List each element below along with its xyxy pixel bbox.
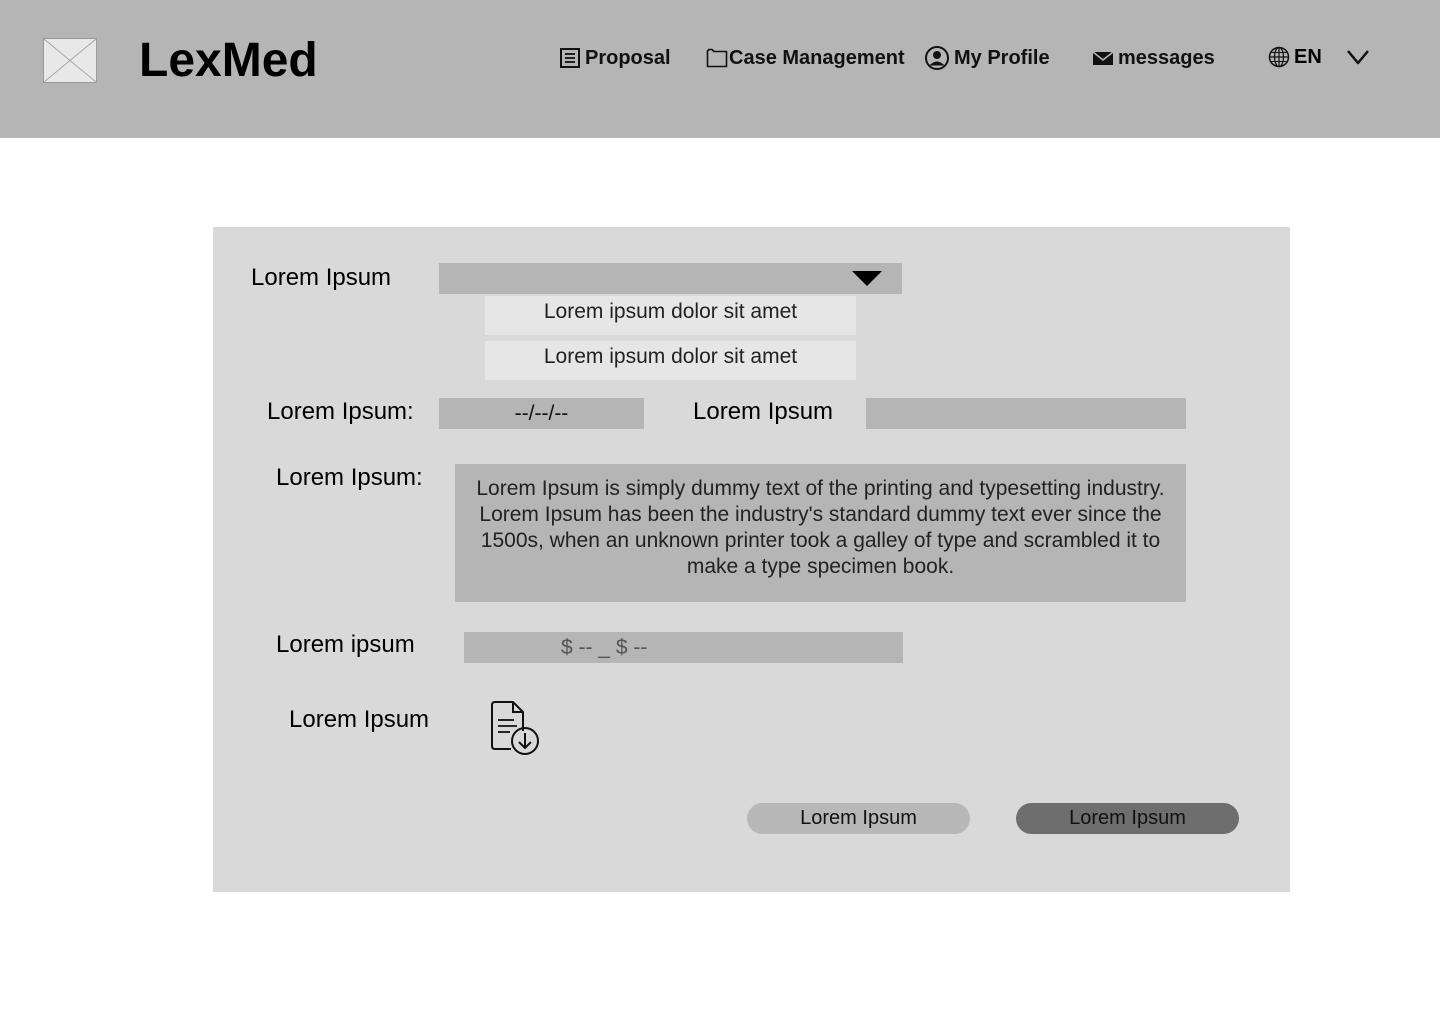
dropdown-select[interactable] [439, 263, 902, 294]
nav-case-management-label: Case Management [729, 46, 905, 69]
primary-button[interactable]: Lorem Ipsum [1016, 803, 1239, 834]
dropdown-option[interactable]: Lorem ipsum dolor sit amet [485, 296, 856, 335]
dropdown-arrow-icon[interactable] [852, 271, 882, 286]
nav-proposal-label: Proposal [585, 46, 671, 69]
dropdown-option[interactable]: Lorem ipsum dolor sit amet [485, 341, 856, 380]
date-label: Lorem Ipsum: [267, 398, 414, 425]
envelope-icon [1092, 51, 1114, 65]
select-label: Lorem Ipsum [251, 264, 392, 291]
price-label: Lorem ipsum [276, 631, 415, 658]
description-label: Lorem Ipsum: [276, 464, 423, 491]
top-navbar: LexMed Proposal Case Management My Profi… [0, 0, 1440, 138]
description-textarea[interactable]: Lorem Ipsum is simply dummy text of the … [455, 464, 1186, 602]
secondary-button[interactable]: Lorem Ipsum [747, 803, 970, 834]
document-download-icon[interactable] [489, 701, 541, 757]
user-circle-icon [925, 46, 949, 70]
chevron-down-icon[interactable] [1346, 49, 1370, 65]
date-input[interactable]: --/--/-- [439, 398, 644, 429]
language-selector[interactable]: EN [1268, 42, 1370, 72]
nav-messages[interactable]: messages [1092, 44, 1215, 72]
nav-my-profile[interactable]: My Profile [924, 44, 1050, 72]
price-range-value: $ -- _ $ -- [561, 636, 648, 659]
nav-case-management[interactable]: Case Management [706, 44, 905, 72]
nav-proposal[interactable]: Proposal [559, 44, 671, 72]
globe-icon [1268, 46, 1290, 68]
text-field-label: Lorem Ipsum [693, 398, 834, 425]
folder-icon [706, 48, 728, 68]
nav-my-profile-label: My Profile [954, 46, 1050, 69]
nav-messages-label: messages [1118, 46, 1215, 69]
language-label: EN [1294, 45, 1322, 68]
brand-title[interactable]: LexMed [139, 33, 318, 89]
image-placeholder-icon[interactable] [43, 38, 97, 83]
document-icon [560, 48, 580, 68]
price-range-input[interactable]: $ -- _ $ -- [464, 632, 903, 663]
form-panel: Lorem Ipsum Lorem ipsum dolor sit amet L… [213, 227, 1290, 892]
text-input[interactable] [866, 398, 1186, 429]
file-label: Lorem Ipsum [289, 706, 430, 733]
